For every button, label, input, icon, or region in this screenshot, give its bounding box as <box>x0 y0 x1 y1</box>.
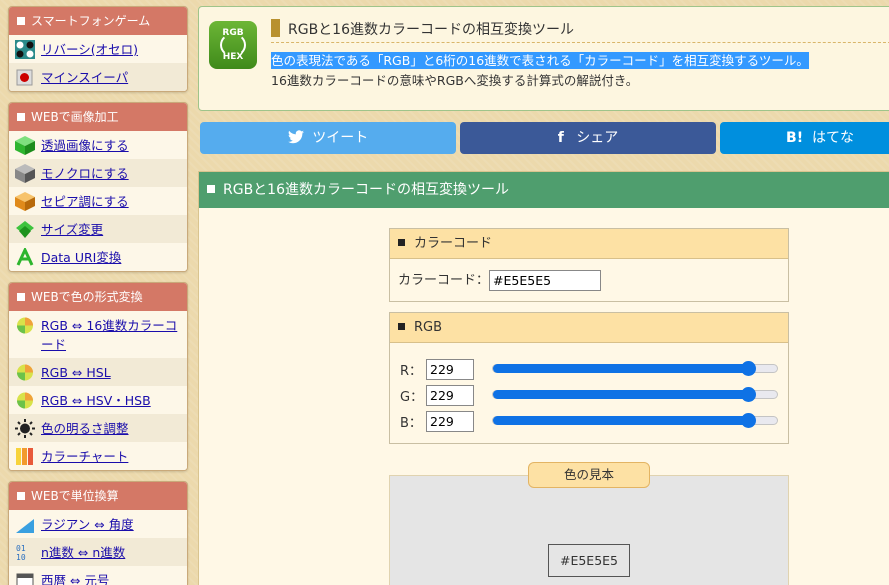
sidebar-link[interactable]: サイズ変更 <box>41 220 103 239</box>
sidebar-link[interactable]: RGB ⇔ HSV・HSB <box>41 391 151 410</box>
rgb-row-blue: B： <box>400 410 474 432</box>
panel-title: RGB <box>390 313 788 343</box>
hatena-icon: B! <box>786 130 804 146</box>
sidebar-item-base-conversion[interactable]: 01 10 n進数 ⇔ n進数 <box>9 538 187 566</box>
sidebar-item-era-conversion[interactable]: 西暦 ⇔ 元号 <box>9 566 187 585</box>
rgb-row-green: G： <box>400 384 474 406</box>
color-ball-icon <box>15 316 35 335</box>
sidebar-item-rgb-hsl[interactable]: RGB ⇔ HSL <box>9 358 187 386</box>
page-title: RGBと16進数カラーコードの相互変換ツール <box>271 19 889 43</box>
slider-thumb[interactable] <box>741 361 757 376</box>
sidebar-link[interactable]: リバーシ(オセロ) <box>41 40 138 59</box>
sidebar-link[interactable]: RGB ⇔ 16進数カラーコード <box>41 316 181 354</box>
sidebar-item-brightness[interactable]: 色の明るさ調整 <box>9 414 187 442</box>
facebook-share-button[interactable]: f シェア <box>460 122 716 154</box>
binary-icon: 01 10 <box>15 543 35 562</box>
sidebar-item-rgb-hex[interactable]: RGB ⇔ 16進数カラーコード <box>9 311 187 358</box>
sidebar-link[interactable]: 透過画像にする <box>41 136 129 155</box>
twitter-bird-icon <box>287 130 304 144</box>
sidebar-item-reversi[interactable]: リバーシ(オセロ) <box>9 35 187 63</box>
color-ball-icon <box>15 391 35 410</box>
facebook-f-icon: f <box>557 130 564 146</box>
sidebar-item-resize[interactable]: サイズ変更 <box>9 215 187 243</box>
selected-description-text: 色の表現法である「RGB」と6桁の16進数で表される「カラーコード」を相互変換す… <box>271 52 809 69</box>
green-slider[interactable] <box>492 387 778 402</box>
sidebar-link[interactable]: 色の明るさ調整 <box>41 419 129 438</box>
sidebar-section-image-editing: WEBで画像加工 透過画像にする モノクロにする セピア調にする サイズ変更 D… <box>8 102 188 272</box>
color-ball-icon <box>15 363 35 382</box>
sidebar-item-data-uri[interactable]: Data URI変換 <box>9 243 187 271</box>
svg-text:10: 10 <box>16 553 26 562</box>
color-sample-tab: 色の見本 <box>528 462 650 488</box>
data-uri-icon <box>15 246 35 267</box>
resize-icon <box>15 220 35 239</box>
color-chart-icon <box>15 447 35 466</box>
sidebar-section-title: WEBで単位換算 <box>9 482 187 510</box>
tool-intro-card: RGB HEX RGBと16進数カラーコードの相互変換ツール 色の表現法である「… <box>198 6 889 111</box>
sidebar-link[interactable]: ラジアン ⇔ 角度 <box>41 515 134 534</box>
rgb-row-red: R： <box>400 358 474 380</box>
color-sample-swatch: #E5E5E5 <box>548 544 630 577</box>
rgb-hex-app-icon: RGB HEX <box>209 21 257 69</box>
sidebar-section-title: WEBで画像加工 <box>9 103 187 131</box>
slider-thumb[interactable] <box>741 387 757 402</box>
sidebar-item-minesweeper[interactable]: マインスイーパ <box>9 63 187 91</box>
sidebar-link[interactable]: 西暦 ⇔ 元号 <box>41 571 109 585</box>
panel-title: カラーコード <box>390 229 788 259</box>
sidebar-link[interactable]: RGB ⇔ HSL <box>41 363 111 382</box>
converter-tool: RGBと16進数カラーコードの相互変換ツール カラーコード カラーコード： RG… <box>198 171 889 585</box>
sidebar-section-smartphone-games: スマートフォンゲーム リバーシ(オセロ) マインスイーパ <box>8 6 188 92</box>
sidebar-item-rgb-hsv[interactable]: RGB ⇔ HSV・HSB <box>9 386 187 414</box>
sidebar-item-sepia[interactable]: セピア調にする <box>9 187 187 215</box>
brightness-icon <box>15 419 35 438</box>
sidebar-section-title: スマートフォンゲーム <box>9 7 187 35</box>
color-code-input[interactable] <box>489 270 602 291</box>
svg-text:01: 01 <box>16 544 26 553</box>
blue-value-input[interactable] <box>426 410 474 432</box>
color-sample-area: #E5E5E5 <box>389 475 789 585</box>
sidebar-link[interactable]: n進数 ⇔ n進数 <box>41 543 125 562</box>
sidebar-item-radian-degree[interactable]: ラジアン ⇔ 角度 <box>9 510 187 538</box>
gray-cube-icon <box>15 164 35 183</box>
slider-thumb[interactable] <box>741 413 757 428</box>
green-cube-icon <box>15 136 35 155</box>
sidebar-section-color-conversion: WEBで色の形式変換 RGB ⇔ 16進数カラーコード RGB ⇔ HSL RG… <box>8 282 188 471</box>
color-code-label: カラーコード： <box>398 273 490 288</box>
red-value-input[interactable] <box>426 358 474 380</box>
angle-icon <box>15 515 35 534</box>
sidebar-section-title: WEBで色の形式変換 <box>9 283 187 311</box>
sidebar-item-transparent[interactable]: 透過画像にする <box>9 131 187 159</box>
tweet-button[interactable]: ツイート <box>200 122 456 154</box>
red-slider[interactable] <box>492 361 778 376</box>
calendar-icon <box>15 571 35 585</box>
sidebar: スマートフォンゲーム リバーシ(オセロ) マインスイーパ WEBで画像加工 透過… <box>8 6 188 585</box>
sidebar-link[interactable]: モノクロにする <box>41 164 129 183</box>
orange-cube-icon <box>15 192 35 211</box>
sidebar-item-color-chart[interactable]: カラーチャート <box>9 442 187 470</box>
sidebar-link[interactable]: マインスイーパ <box>41 68 128 87</box>
tool-description: 色の表現法である「RGB」と6桁の16進数で表される「カラーコード」を相互変換す… <box>271 51 809 91</box>
reversi-icon <box>15 40 35 59</box>
sidebar-link[interactable]: Data URI変換 <box>41 248 121 267</box>
rgb-panel: RGB R： G： B： <box>389 312 789 444</box>
sidebar-item-monochrome[interactable]: モノクロにする <box>9 159 187 187</box>
sidebar-section-unit-conversion: WEBで単位換算 ラジアン ⇔ 角度 01 10 n進数 ⇔ n進数 西暦 ⇔ 元… <box>8 481 188 585</box>
tool-heading: RGBと16進数カラーコードの相互変換ツール <box>199 172 889 208</box>
blue-slider[interactable] <box>492 413 778 428</box>
green-value-input[interactable] <box>426 384 474 406</box>
sidebar-link[interactable]: カラーチャート <box>41 447 128 466</box>
color-code-panel: カラーコード カラーコード： <box>389 228 789 302</box>
hatena-bookmark-button[interactable]: B! はてな <box>720 122 889 154</box>
mine-icon <box>15 68 35 87</box>
sidebar-link[interactable]: セピア調にする <box>41 192 129 211</box>
description-line: 16進数カラーコードの意味やRGBへ変換する計算式の解説付き。 <box>271 73 639 88</box>
